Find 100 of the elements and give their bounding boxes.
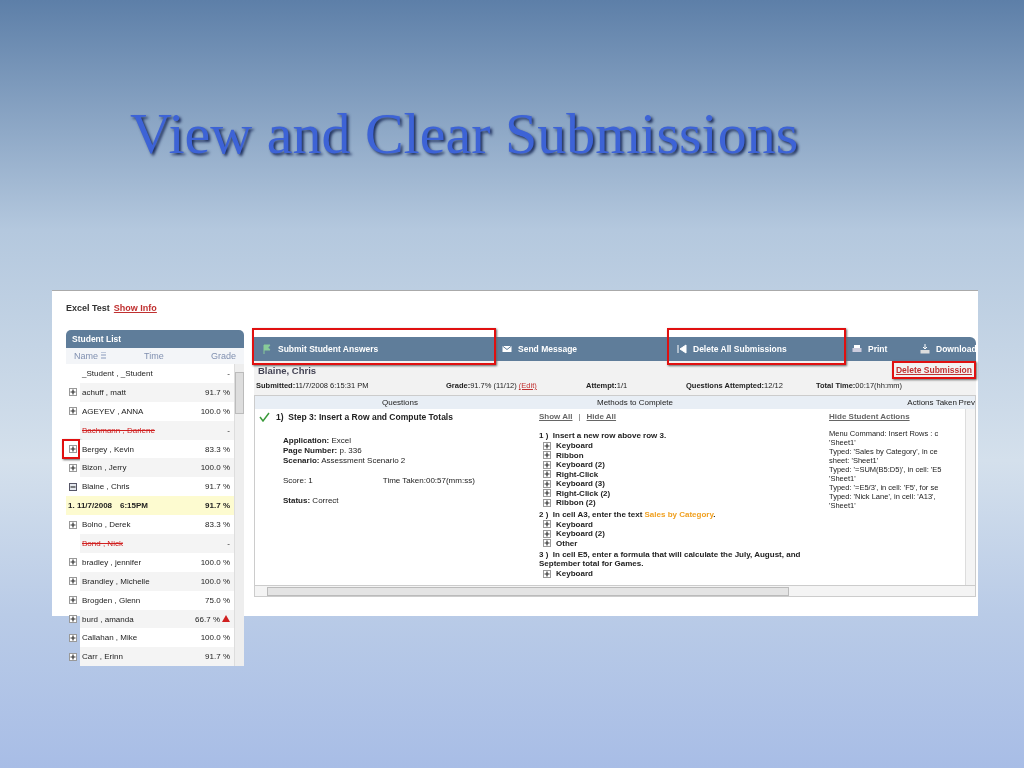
student-name: Bachmann , Darlene bbox=[82, 425, 156, 435]
delete-all-button[interactable]: Delete All Submissions bbox=[669, 337, 844, 361]
scrollbar[interactable] bbox=[234, 364, 244, 667]
expand-icon[interactable] bbox=[543, 498, 551, 507]
scrollbar[interactable] bbox=[965, 409, 975, 585]
grade-value: 91.7 % bbox=[204, 652, 230, 662]
expand-icon[interactable] bbox=[543, 441, 551, 450]
student-name: Bond , Nick bbox=[82, 538, 124, 548]
student-name: achuff , matt bbox=[82, 387, 127, 397]
time-taken-text: Time Taken:00:57(mm:ss) bbox=[382, 476, 475, 485]
expand-icon[interactable] bbox=[543, 479, 551, 488]
method-toggle-link[interactable]: Show All bbox=[539, 412, 573, 421]
expand-icon[interactable] bbox=[69, 615, 77, 623]
expand-icon[interactable] bbox=[69, 633, 77, 642]
score-text: Score: 1 bbox=[283, 476, 313, 485]
method-item[interactable]: Keyboard (2) bbox=[539, 460, 813, 470]
skip-back-icon bbox=[677, 344, 687, 354]
student-row[interactable]: Bizon , Jerry 100.0 % bbox=[80, 458, 234, 478]
grade-value: 66.7 % bbox=[184, 614, 230, 624]
question-detail: Application: Excel bbox=[283, 436, 352, 445]
student-row[interactable]: Callahan , Mike 100.0 % bbox=[80, 628, 234, 648]
method-item[interactable]: Keyboard (2) bbox=[539, 529, 813, 539]
student-name: _Student , _Student bbox=[82, 368, 154, 378]
student-name: Callahan , Mike bbox=[82, 633, 139, 643]
expand-icon[interactable] bbox=[543, 489, 551, 498]
slide-title: View and Clear Submissions bbox=[130, 100, 800, 168]
sort-icon bbox=[101, 352, 106, 359]
expand-icon[interactable] bbox=[69, 558, 77, 567]
expand-icon[interactable] bbox=[543, 451, 551, 460]
print-button[interactable]: Print bbox=[844, 337, 912, 361]
student-name: Brogden , Glenn bbox=[82, 595, 142, 605]
grade-value: 100.0 % bbox=[199, 557, 230, 567]
submit-button[interactable]: Submit Student Answers bbox=[254, 337, 494, 361]
step-text: 2 ) In cell A3, enter the text Sales by Category. bbox=[539, 509, 717, 519]
attempt-time: 6:15PM bbox=[120, 501, 149, 511]
grade-value: 100.0 % bbox=[199, 406, 230, 416]
student-row[interactable]: Carr , Erinn 91.7 % bbox=[80, 647, 234, 667]
method-item[interactable]: Ribbon bbox=[539, 450, 813, 460]
column-header: Prev bbox=[957, 398, 975, 407]
grade-value: 100.0 % bbox=[199, 576, 230, 586]
student-name: Brandley , Michelle bbox=[82, 576, 151, 586]
grade-value: 83.3 % bbox=[204, 444, 230, 454]
student-name: AGEYEV , ANNA bbox=[82, 406, 145, 416]
method-item[interactable]: Other bbox=[539, 538, 813, 548]
grade-value: - bbox=[226, 368, 230, 378]
student-row[interactable]: 1. 11/7/2008 6:15PM 91.7 % bbox=[66, 496, 234, 516]
expand-icon[interactable] bbox=[543, 539, 551, 548]
method-item[interactable]: Keyboard (3) bbox=[539, 479, 813, 489]
delete-submission-link[interactable]: Delete Submission bbox=[895, 365, 972, 375]
method-item[interactable]: Ribbon (2) bbox=[539, 498, 813, 508]
method-item[interactable]: Right-Click (2) bbox=[539, 488, 813, 498]
hide-actions-link[interactable]: Hide Student Actions bbox=[829, 412, 965, 421]
test-name: Excel Test bbox=[66, 303, 110, 313]
expand-icon[interactable] bbox=[543, 569, 551, 578]
grade-value: 100.0 % bbox=[199, 463, 230, 473]
expand-icon[interactable] bbox=[543, 470, 551, 479]
method-item[interactable]: Keyboard bbox=[539, 441, 813, 451]
student-name: 1. 11/7/2008 bbox=[68, 501, 114, 511]
flag-icon bbox=[262, 344, 272, 354]
column-header: Questions bbox=[381, 398, 419, 407]
student-name: Blaine , Chris bbox=[82, 482, 131, 492]
expand-icon[interactable] bbox=[69, 577, 77, 586]
question-detail: Scenario: Assessment Scenario 2 bbox=[283, 456, 407, 465]
collapse-icon[interactable] bbox=[69, 482, 77, 491]
expand-icon[interactable] bbox=[69, 407, 77, 416]
method-toggle-link[interactable]: Hide All bbox=[586, 412, 617, 421]
tray-icon bbox=[920, 344, 930, 354]
method-item[interactable]: Right-Click bbox=[539, 469, 813, 479]
student-name-heading: Blaine, Chris bbox=[258, 364, 317, 376]
expand-icon[interactable] bbox=[69, 445, 77, 453]
expand-icon[interactable] bbox=[69, 388, 77, 397]
student-name: Bergey , Kevin bbox=[82, 444, 136, 454]
expand-icon[interactable] bbox=[543, 460, 551, 469]
grade-value: 91.7 % bbox=[204, 387, 230, 397]
student-name: Bizon , Jerry bbox=[82, 463, 128, 473]
question-detail: Page Number: p. 336 bbox=[283, 446, 363, 455]
expand-icon[interactable] bbox=[543, 529, 551, 538]
student-name: bradley , jennifer bbox=[82, 557, 143, 567]
method-item[interactable]: Keyboard bbox=[539, 569, 813, 579]
message-button[interactable]: Send Message bbox=[494, 337, 669, 361]
student-name: burd , amanda bbox=[82, 614, 135, 624]
grade-value: 83.3 % bbox=[204, 520, 230, 530]
expand-icon[interactable] bbox=[69, 652, 77, 661]
step-text: 1 ) Insert a new row above row 3. bbox=[539, 431, 668, 440]
student-name: Carr , Erinn bbox=[82, 652, 124, 662]
scrollbar[interactable] bbox=[255, 585, 975, 596]
printer-icon bbox=[852, 344, 862, 354]
student-name: Bolno , Derek bbox=[82, 520, 132, 530]
expand-icon[interactable] bbox=[69, 520, 77, 529]
expand-icon[interactable] bbox=[69, 596, 77, 605]
grade-value: 100.0 % bbox=[199, 633, 230, 643]
student-row[interactable]: Bond , Nick - bbox=[80, 534, 234, 553]
expand-icon[interactable] bbox=[543, 520, 551, 529]
method-item[interactable]: Keyboard bbox=[539, 519, 813, 529]
expand-icon[interactable] bbox=[69, 463, 77, 472]
question-title: 1) Step 3: Insert a Row and Compute Totals bbox=[276, 412, 453, 422]
show-info-link[interactable]: Show Info bbox=[113, 303, 157, 313]
download-button[interactable]: Download bbox=[912, 337, 985, 361]
step-text: 3 ) In cell E5, enter a formula that will calculate the July, August, and September total for Games. bbox=[539, 550, 802, 568]
grade-value: 75.0 % bbox=[204, 595, 230, 605]
